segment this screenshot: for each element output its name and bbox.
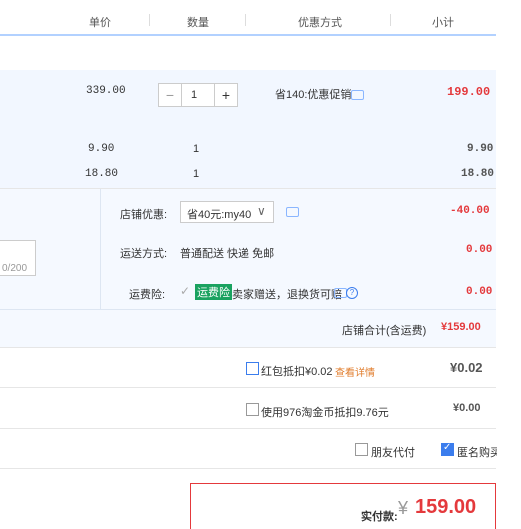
item-unit-price: 339.00	[86, 85, 126, 97]
shop-total-value: ¥159.00	[441, 321, 481, 333]
header-subtotal: 小计	[432, 17, 454, 29]
divider	[100, 189, 101, 309]
shipping-value: 普通配送 快递 免邮	[180, 248, 275, 260]
message-counter: 0/200	[2, 263, 28, 274]
coin-label: 使用976淘金币抵扣9.76元	[261, 407, 389, 419]
redpacket-checkbox[interactable]	[246, 362, 259, 375]
help-icon[interactable]: ?	[346, 287, 358, 299]
redpacket-detail-link[interactable]: 查看详情	[335, 364, 375, 379]
shop-discount-select[interactable]: 省40元:my40 ∨	[180, 201, 274, 223]
header-unit-price: 单价	[89, 17, 111, 29]
header-divider	[245, 14, 246, 26]
item-discount: 省140:优惠促销	[275, 89, 352, 101]
anonymous-label: 匿名购买	[457, 447, 497, 459]
pay-label: 实付款:	[361, 511, 398, 523]
pay-currency: ¥	[398, 498, 409, 518]
friend-pay-label: 朋友代付	[371, 447, 415, 459]
insurance-text: 卖家赠送，退换货可赔	[232, 289, 342, 301]
check-icon: ✓	[180, 284, 191, 298]
shipping-amount: 0.00	[466, 244, 493, 256]
item-subtotal: 199.00	[447, 85, 491, 99]
shop-discount-amount: -40.00	[450, 205, 490, 217]
insurance-label: 运费险:	[129, 289, 166, 301]
minus-button[interactable]: −	[159, 84, 182, 106]
quantity-value[interactable]: 1	[191, 89, 197, 101]
coin-checkbox[interactable]	[246, 403, 259, 416]
divider	[0, 468, 496, 469]
divider	[0, 428, 496, 429]
shipping-label: 运送方式:	[120, 248, 168, 260]
redpacket-amount: ¥0.02	[450, 360, 483, 375]
pay-amount: 159.00	[415, 496, 477, 518]
anonymous-checkbox[interactable]	[441, 442, 454, 456]
extra-item-subtotal: 9.90	[467, 143, 494, 155]
insurance-tag: 运费险	[195, 284, 232, 300]
chat-icon[interactable]	[351, 90, 364, 100]
extra-item-quantity: 1	[193, 143, 200, 155]
extra-item-quantity: 1	[193, 168, 200, 180]
header-discount: 优惠方式	[298, 17, 342, 29]
shop-discount-value: 省40元:my40	[187, 209, 252, 221]
header-divider	[390, 14, 391, 26]
chat-icon[interactable]	[286, 207, 299, 217]
redpacket-label: 红包抵扣¥0.02	[261, 366, 333, 378]
table-header: 单价 数量 优惠方式 小计	[0, 0, 496, 36]
shop-discount-label: 店铺优惠:	[120, 209, 168, 221]
message-textarea[interactable]: 0/200	[0, 240, 36, 276]
chevron-down-icon: ∨	[257, 204, 266, 218]
insurance-amount: 0.00	[466, 286, 493, 298]
quantity-stepper[interactable]: − 1 +	[158, 83, 238, 107]
extra-item-subtotal: 18.80	[461, 168, 495, 180]
plus-button[interactable]: +	[214, 84, 237, 106]
friend-pay-checkbox[interactable]	[355, 443, 368, 456]
extra-item-unit-price: 9.90	[88, 143, 115, 155]
divider	[0, 347, 496, 348]
header-divider	[149, 14, 150, 26]
divider	[0, 309, 496, 310]
shop-total-label: 店铺合计(含运费)	[342, 325, 427, 337]
item-row-bg	[0, 70, 496, 188]
header-quantity: 数量	[187, 17, 209, 29]
extra-item-unit-price: 18.80	[85, 168, 119, 180]
coin-amount: ¥0.00	[453, 402, 481, 414]
payment-summary: 实付款: ¥ 159.00	[190, 483, 496, 529]
divider	[0, 387, 496, 388]
